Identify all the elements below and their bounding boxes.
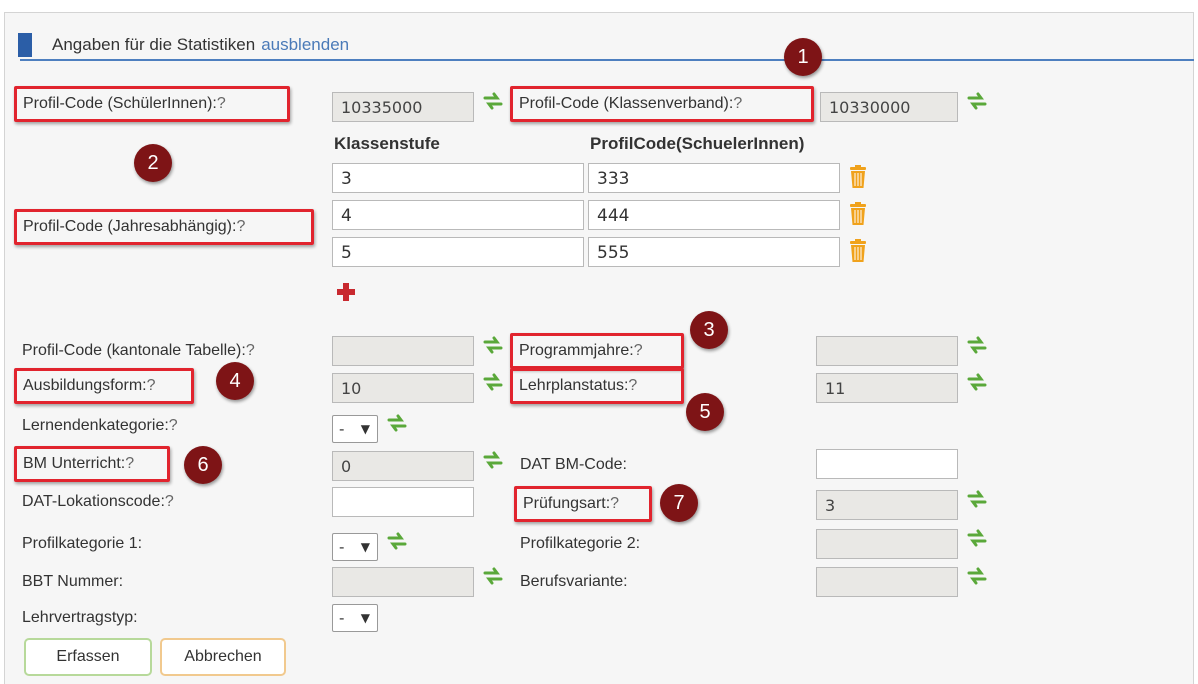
- sync-arrows-icon[interactable]: [482, 334, 504, 356]
- programmjahre-label: Programmjahre:?: [519, 342, 643, 359]
- profil-klassenverband-label: Profil-Code (Klassenverband):?: [519, 95, 743, 112]
- annotation-badge: 6: [184, 446, 222, 484]
- hide-link[interactable]: ausblenden: [261, 35, 349, 55]
- trash-icon[interactable]: [848, 165, 868, 189]
- lernendenkategorie-label: Lernendenkategorie:?: [22, 417, 178, 434]
- select-value: -: [339, 538, 345, 556]
- help-mark[interactable]: ?: [733, 95, 742, 112]
- profilcode-input[interactable]: 555: [588, 237, 840, 267]
- pruefungsart-label: Prüfungsart:?: [523, 495, 620, 512]
- sync-arrows-icon[interactable]: [966, 527, 988, 549]
- help-mark[interactable]: ?: [610, 495, 619, 512]
- trash-icon[interactable]: [848, 202, 868, 226]
- klassenstufe-input[interactable]: 4: [332, 200, 584, 230]
- select-value: -: [339, 609, 345, 627]
- highlight-box-profil-schueler: Profil-Code (SchülerInnen):?: [14, 86, 290, 122]
- highlight-box-profil-jahres: Profil-Code (Jahresabhängig):?: [14, 209, 314, 245]
- sync-arrows-icon[interactable]: [482, 565, 504, 587]
- profilcode-input[interactable]: 444: [588, 200, 840, 230]
- berufsvariante-label: Berufsvariante:: [520, 573, 628, 590]
- help-mark[interactable]: ?: [628, 377, 637, 394]
- trash-icon[interactable]: [848, 239, 868, 263]
- lehrplanstatus-label: Lehrplanstatus:?: [519, 377, 638, 394]
- help-mark[interactable]: ?: [246, 342, 255, 359]
- help-mark[interactable]: ?: [125, 455, 134, 472]
- annotation-badge: 4: [216, 362, 254, 400]
- annotation-badge: 1: [784, 38, 822, 76]
- lernendenkategorie-select[interactable]: - ▼: [332, 415, 378, 443]
- sync-arrows-icon[interactable]: [966, 488, 988, 510]
- help-mark[interactable]: ?: [217, 95, 226, 112]
- bm-unterricht-label: BM Unterricht:?: [23, 455, 135, 472]
- help-mark[interactable]: ?: [634, 342, 643, 359]
- bm-unterricht-field[interactable]: 0: [332, 451, 474, 481]
- sync-arrows-icon[interactable]: [966, 90, 988, 112]
- programmjahre-field[interactable]: [816, 336, 958, 366]
- lehrvertragstyp-select[interactable]: - ▼: [332, 604, 378, 632]
- annotation-badge: 7: [660, 484, 698, 522]
- dat-lokationscode-label: DAT-Lokationscode:?: [22, 493, 174, 510]
- help-mark[interactable]: ?: [169, 417, 178, 434]
- klassenstufe-input[interactable]: 3: [332, 163, 584, 193]
- profil-kantonal-label: Profil-Code (kantonale Tabelle):?: [22, 342, 255, 359]
- profil-jahres-label: Profil-Code (Jahresabhängig):?: [23, 218, 246, 235]
- profil-kantonal-field[interactable]: [332, 336, 474, 366]
- help-mark[interactable]: ?: [147, 377, 156, 394]
- sync-arrows-icon[interactable]: [386, 530, 408, 552]
- column-header-klassenstufe: Klassenstufe: [334, 134, 440, 153]
- plus-icon[interactable]: [336, 282, 356, 302]
- pruefungsart-field[interactable]: 3: [816, 490, 958, 520]
- highlight-box-profil-klassenverband: Profil-Code (Klassenverband):?: [510, 86, 814, 122]
- klassenstufe-input[interactable]: 5: [332, 237, 584, 267]
- dat-bm-code-label: DAT BM-Code:: [520, 456, 627, 473]
- sync-arrows-icon[interactable]: [482, 449, 504, 471]
- annotation-badge: 3: [690, 311, 728, 349]
- help-mark[interactable]: ?: [165, 493, 174, 510]
- profil-schueler-field[interactable]: 10335000: [332, 92, 474, 122]
- annotation-badge: 2: [134, 144, 172, 182]
- highlight-box-programmjahre: Programmjahre:?: [510, 333, 684, 369]
- profilcode-input[interactable]: 333: [588, 163, 840, 193]
- profilkategorie-2-field[interactable]: [816, 529, 958, 559]
- sync-arrows-icon[interactable]: [482, 371, 504, 393]
- sync-arrows-icon[interactable]: [966, 565, 988, 587]
- sync-arrows-icon[interactable]: [966, 371, 988, 393]
- sync-arrows-icon[interactable]: [966, 334, 988, 356]
- ausbildungsform-label: Ausbildungsform:?: [23, 377, 156, 394]
- header-marker: [18, 33, 32, 57]
- dropdown-caret-icon: ▼: [360, 540, 370, 554]
- ausbildungsform-field[interactable]: 10: [332, 373, 474, 403]
- column-header-profilcode: ProfilCode(SchuelerInnen): [590, 134, 805, 153]
- profilkategorie-1-select[interactable]: - ▼: [332, 533, 378, 561]
- sync-arrows-icon[interactable]: [386, 412, 408, 434]
- annotation-badge: 5: [686, 393, 724, 431]
- profilkategorie-2-label: Profilkategorie 2:: [520, 535, 641, 552]
- lehrplanstatus-field[interactable]: 11: [816, 373, 958, 403]
- highlight-box-lehrplanstatus: Lehrplanstatus:?: [510, 368, 684, 404]
- highlight-box-ausbildungsform: Ausbildungsform:?: [14, 368, 194, 404]
- profil-klassenverband-field[interactable]: 10330000: [820, 92, 958, 122]
- profilkategorie-1-label: Profilkategorie 1:: [22, 535, 143, 552]
- lehrvertragstyp-label: Lehrvertragstyp:: [22, 609, 138, 626]
- dropdown-caret-icon: ▼: [360, 422, 370, 436]
- sync-arrows-icon[interactable]: [482, 90, 504, 112]
- erfassen-button[interactable]: Erfassen: [24, 638, 152, 676]
- bbt-nummer-field[interactable]: [332, 567, 474, 597]
- highlight-box-bm-unterricht: BM Unterricht:?: [14, 446, 170, 482]
- panel-title: Angaben für die Statistiken: [52, 35, 256, 54]
- dat-bm-code-input[interactable]: [816, 449, 958, 479]
- profil-schueler-label: Profil-Code (SchülerInnen):?: [23, 95, 226, 112]
- dropdown-caret-icon: ▼: [360, 611, 370, 625]
- highlight-box-pruefungsart: Prüfungsart:?: [514, 486, 652, 522]
- berufsvariante-field[interactable]: [816, 567, 958, 597]
- help-mark[interactable]: ?: [236, 218, 245, 235]
- bbt-nummer-label: BBT Nummer:: [22, 573, 124, 590]
- abbrechen-button[interactable]: Abbrechen: [160, 638, 286, 676]
- panel-header: Angaben für die Statistiken ausblenden: [18, 31, 349, 59]
- dat-lokationscode-input[interactable]: [332, 487, 474, 517]
- header-rule: [20, 59, 1194, 61]
- select-value: -: [339, 420, 345, 438]
